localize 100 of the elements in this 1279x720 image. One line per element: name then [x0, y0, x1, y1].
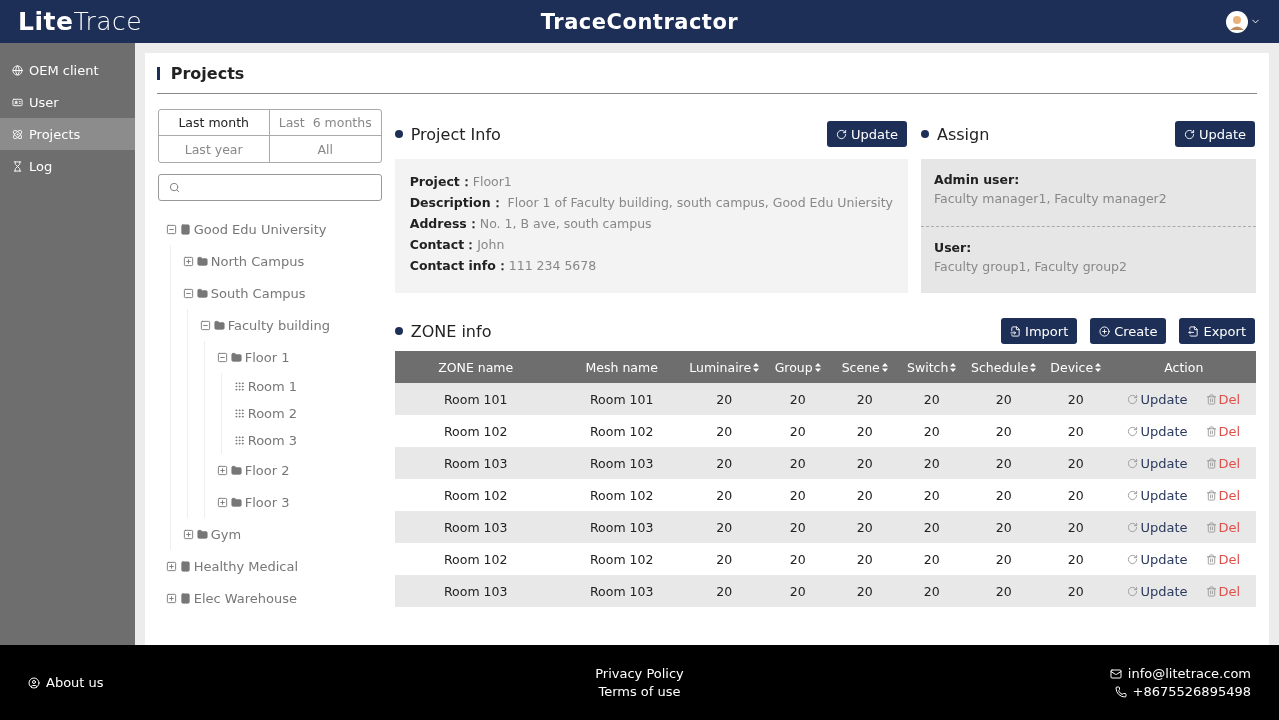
footer-link[interactable]: Terms of use — [598, 684, 681, 699]
filter-option[interactable]: Last 6 months — [269, 110, 381, 136]
sidebar-item[interactable]: Projects — [0, 118, 135, 150]
expand-icon[interactable] — [182, 255, 194, 267]
folder-icon — [196, 255, 208, 267]
collapse-icon[interactable] — [216, 351, 228, 363]
expand-icon[interactable] — [182, 528, 194, 540]
tree-item[interactable]: Elec Warehouse — [193, 590, 298, 606]
atom-icon — [12, 128, 23, 140]
column-header[interactable]: Switch — [895, 359, 968, 375]
delete-link[interactable]: Del — [1205, 551, 1241, 567]
tree-item[interactable]: Floor 3 — [244, 494, 290, 510]
update-link[interactable]: Update — [1127, 551, 1188, 567]
delete-link[interactable]: Del — [1205, 391, 1241, 407]
column-header[interactable]: Schedule — [967, 359, 1040, 375]
tree-item[interactable]: Room 1 — [247, 379, 298, 394]
table-cell-text: 20 — [855, 583, 874, 599]
table-cell-text: 20 — [994, 423, 1013, 439]
filter-option[interactable]: All — [269, 136, 381, 162]
table-cell-text: 20 — [1066, 423, 1085, 439]
column-header[interactable]: Luminaire — [686, 359, 762, 375]
sort-icon[interactable] — [753, 362, 760, 372]
table-cell-text: 20 — [922, 391, 941, 407]
sort-icon[interactable] — [881, 362, 888, 372]
tree-item[interactable]: Good Edu University — [193, 221, 327, 237]
email-link[interactable]: info@litetrace.com — [1109, 666, 1251, 681]
tree-item[interactable]: Faculty building — [227, 317, 330, 333]
sort-icon[interactable] — [950, 362, 957, 372]
tree-item[interactable]: South Campus — [210, 285, 306, 301]
delete-link[interactable]: Del — [1205, 423, 1241, 439]
sidebar-item[interactable]: OEM client — [0, 54, 135, 86]
section-title: Project Info — [410, 124, 501, 144]
column-header[interactable]: Device — [1039, 359, 1112, 375]
update-button[interactable]: Update — [1174, 121, 1255, 147]
update-link[interactable]: Update — [1127, 423, 1188, 439]
delete-link[interactable]: Del — [1205, 519, 1241, 535]
sort-icon[interactable] — [814, 362, 821, 372]
expand-icon[interactable] — [216, 464, 228, 476]
table-cell-text: 20 — [922, 455, 941, 471]
create-button[interactable]: Create — [1090, 318, 1167, 344]
import-button[interactable]: Import — [1001, 318, 1078, 344]
tree-item[interactable]: Healthy Medical — [193, 558, 299, 574]
table-cell-text: Room 103 — [443, 519, 509, 535]
update-link[interactable]: Update — [1127, 487, 1188, 503]
expand-icon[interactable] — [165, 560, 177, 572]
table-cell-text: 20 — [715, 391, 734, 407]
folder-icon — [213, 319, 225, 331]
tree-item[interactable]: Floor 1 — [244, 349, 290, 365]
sidebar-item[interactable]: Log — [0, 150, 135, 182]
table-cell-text: 20 — [788, 519, 807, 535]
update-button[interactable]: Update — [826, 121, 907, 147]
refresh-icon — [1127, 553, 1139, 565]
tree-item[interactable]: Room 2 — [247, 406, 298, 421]
update-link[interactable]: Update — [1127, 455, 1188, 471]
refresh-icon — [1127, 425, 1139, 437]
refresh-icon — [1183, 128, 1195, 140]
tree-item[interactable]: Room 3 — [247, 433, 298, 448]
phone-link[interactable]: +8675526895498 — [1114, 684, 1251, 699]
globe-icon — [12, 64, 23, 76]
update-link[interactable]: Update — [1127, 391, 1188, 407]
collapse-icon[interactable] — [182, 287, 194, 299]
expand-icon[interactable] — [216, 496, 228, 508]
column-header[interactable]: Group — [761, 359, 834, 375]
export-button[interactable]: Export — [1179, 318, 1255, 344]
tree-item[interactable]: Gym — [210, 526, 242, 542]
collapse-icon[interactable] — [165, 223, 177, 235]
trash-icon — [1205, 553, 1217, 565]
column-header[interactable]: Scene — [833, 359, 896, 375]
update-link[interactable]: Update — [1127, 519, 1188, 535]
info-line: Description： Floor 1 of Faculty building, south campus, Good Edu Uniersity — [409, 194, 893, 212]
folder-icon — [196, 287, 208, 299]
phone-icon — [1114, 685, 1127, 698]
assign-value: Faculty manager1, Faculty manager2 — [934, 191, 1168, 206]
table-cell-text: Room 103 — [589, 583, 655, 599]
info-line: Contact info：111 234 5678 — [409, 257, 598, 275]
search-field[interactable] — [157, 174, 382, 201]
about-link[interactable]: About us — [28, 675, 104, 690]
update-link[interactable]: Update — [1127, 583, 1188, 599]
filter-option[interactable]: Last year — [158, 136, 270, 162]
folder-icon — [230, 496, 242, 508]
expand-icon[interactable] — [165, 592, 177, 604]
table-cell-text: 20 — [994, 519, 1013, 535]
info-line: Project：Floor1 — [409, 173, 513, 191]
footer-link[interactable]: Privacy Policy — [595, 666, 684, 681]
building-icon — [179, 223, 191, 235]
filter-option[interactable]: Last month — [158, 110, 270, 136]
tree-item[interactable]: North Campus — [210, 253, 305, 269]
assign-label: User: — [934, 239, 973, 255]
collapse-icon[interactable] — [199, 319, 211, 331]
sidebar-item[interactable]: User — [0, 86, 135, 118]
sort-icon[interactable] — [1095, 362, 1102, 372]
table-cell-text: 20 — [1066, 391, 1085, 407]
delete-link[interactable]: Del — [1205, 487, 1241, 503]
table-cell-text: 20 — [715, 423, 734, 439]
delete-link[interactable]: Del — [1205, 455, 1241, 471]
delete-link[interactable]: Del — [1205, 583, 1241, 599]
sort-icon[interactable] — [1030, 362, 1037, 372]
tree-item[interactable]: Floor 2 — [244, 462, 290, 478]
building-icon — [179, 592, 191, 604]
avatar-icon[interactable] — [1226, 10, 1248, 33]
